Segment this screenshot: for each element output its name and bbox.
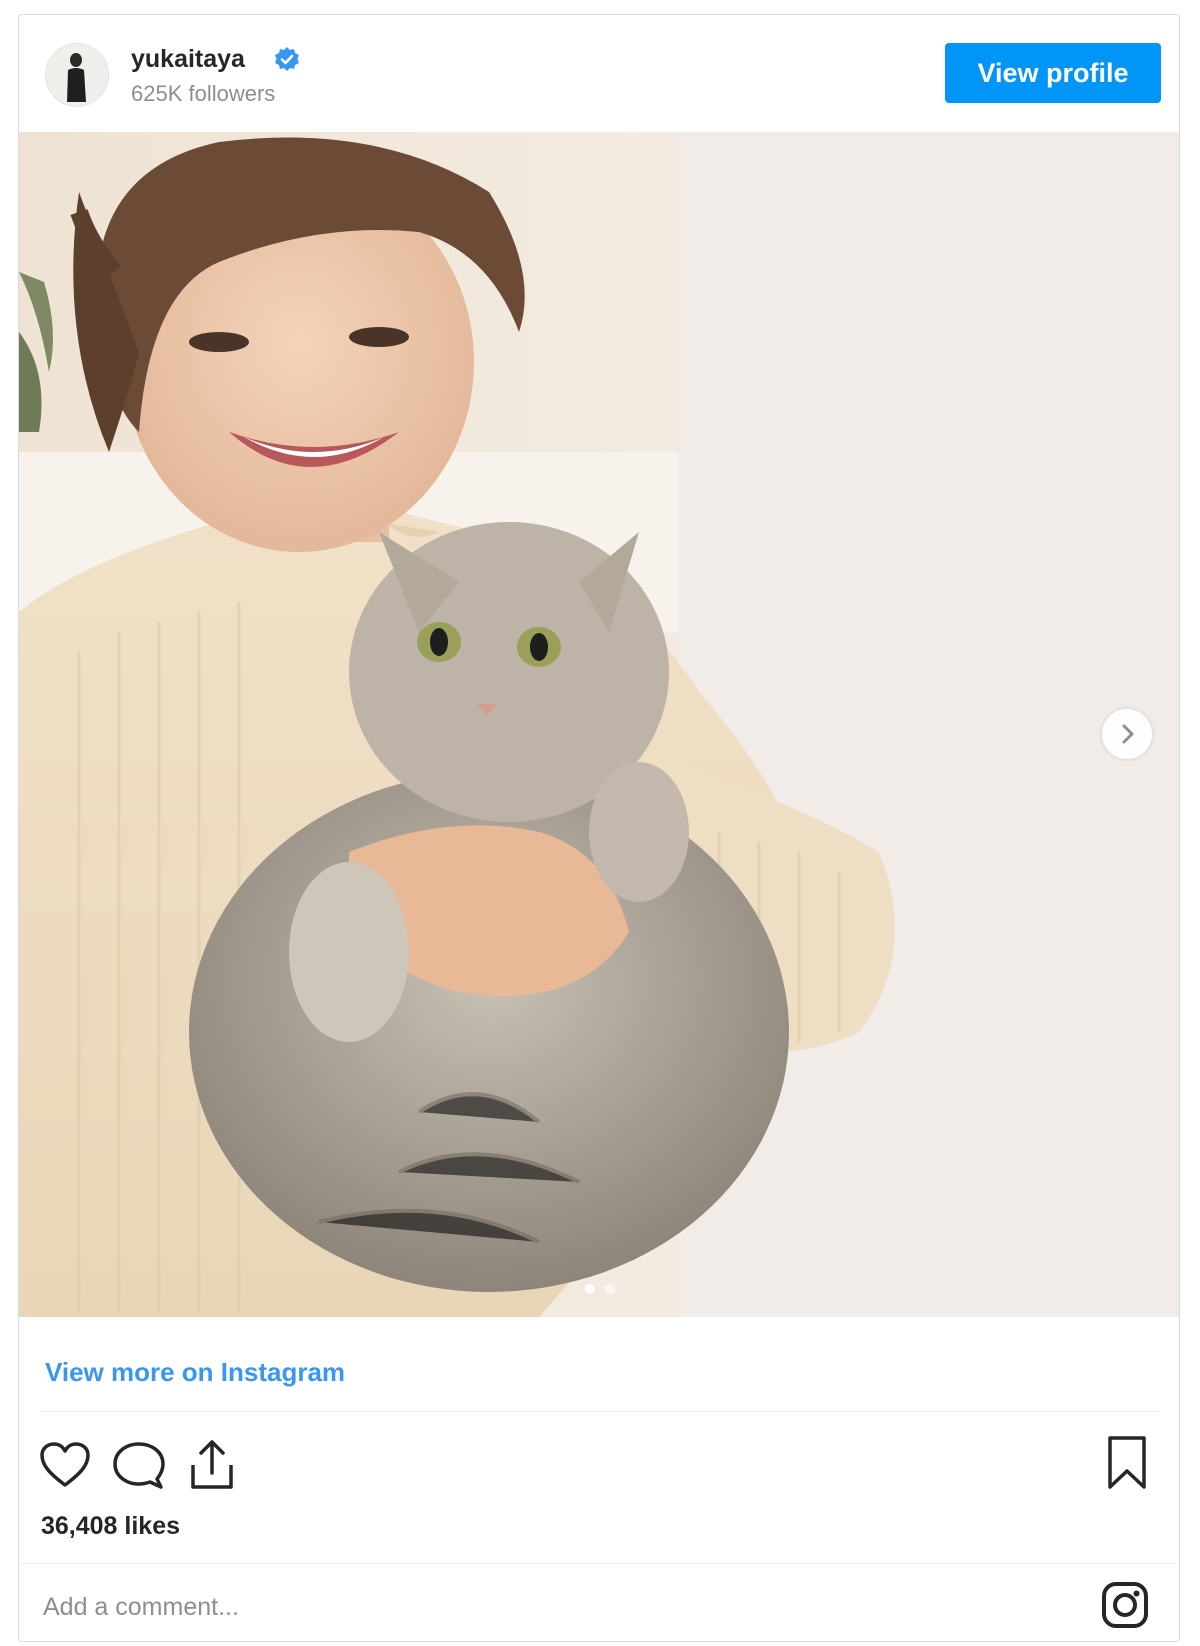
username[interactable]: yukaitaya	[131, 45, 245, 74]
follower-count: 625K followers	[131, 81, 276, 106]
share-icon[interactable]	[187, 1439, 237, 1491]
view-more-link[interactable]: View more on Instagram	[45, 1357, 345, 1388]
bookmark-icon[interactable]	[1105, 1435, 1149, 1491]
comment-input[interactable]	[41, 1583, 1025, 1631]
carousel-next-button[interactable]	[1102, 709, 1152, 759]
avatar[interactable]	[45, 43, 109, 107]
action-bar	[19, 1435, 1179, 1495]
post-photo[interactable]	[19, 132, 1179, 1317]
carousel-indicator	[585, 1281, 621, 1294]
heart-icon[interactable]	[39, 1441, 91, 1489]
verified-badge-icon	[275, 47, 299, 71]
post-header: yukaitaya 625K followers View profile	[19, 15, 1179, 132]
divider	[19, 1563, 1179, 1564]
instagram-icon[interactable]	[1101, 1581, 1149, 1629]
view-profile-button[interactable]: View profile	[945, 43, 1161, 103]
post-image	[19, 132, 1179, 1317]
avatar-image	[46, 44, 108, 106]
instagram-embed: yukaitaya 625K followers View profile Vi…	[18, 14, 1180, 1642]
like-count: 36,408 likes	[41, 1512, 181, 1540]
comment-icon[interactable]	[113, 1441, 165, 1491]
carousel-dot	[605, 1284, 616, 1294]
divider	[41, 1411, 1159, 1412]
carousel-dot-active	[585, 1284, 595, 1294]
chevron-right-icon	[1122, 724, 1134, 744]
